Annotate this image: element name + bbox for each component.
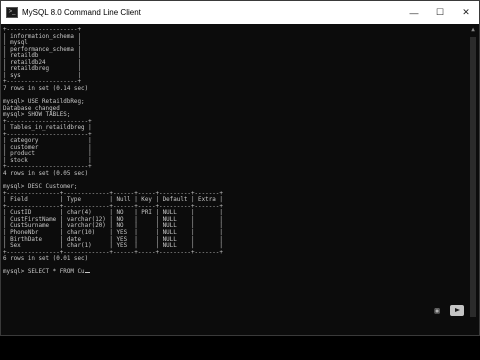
captions-icon[interactable]: ▣: [430, 305, 444, 316]
title-bar[interactable]: >_ MySQL 8.0 Command Line Client — ☐ ✕: [1, 1, 479, 24]
terminal-output[interactable]: +--------------------+ | information_sche…: [3, 25, 465, 335]
app-icon: >_: [6, 7, 18, 18]
maximize-icon[interactable]: ☐: [427, 1, 453, 24]
terminal-window: >_ MySQL 8.0 Command Line Client — ☐ ✕ +…: [0, 0, 480, 336]
terminal-line: mysql> SELECT * FROM Cu: [3, 269, 465, 276]
scrollbar-thumb[interactable]: [470, 37, 476, 317]
close-icon[interactable]: ✕: [453, 1, 479, 24]
vertical-scrollbar[interactable]: ▲: [467, 25, 479, 335]
scroll-up-icon[interactable]: ▲: [467, 25, 479, 35]
minimize-icon[interactable]: —: [401, 1, 427, 24]
letterbox-bar: [0, 336, 480, 360]
video-logo-icon: [450, 305, 464, 316]
window-title: MySQL 8.0 Command Line Client: [22, 8, 141, 17]
text-cursor: [84, 272, 90, 274]
